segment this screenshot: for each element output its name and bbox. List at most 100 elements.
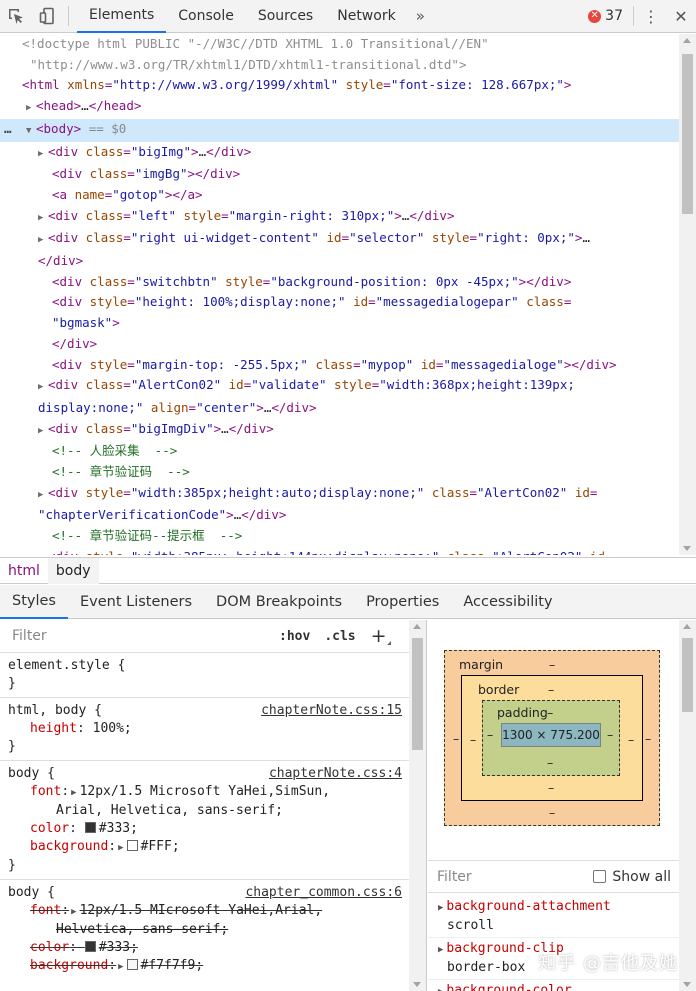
- dom-node-div-bigimgdiv[interactable]: ▶ <div class="bigImgDiv">…</div>: [0, 419, 696, 442]
- watermark: 知乎 @吉他及她: [538, 953, 678, 974]
- dom-node-div-alertcon-validate[interactable]: ▶ <div class="AlertCon02" id="validate" s…: [0, 375, 696, 398]
- dom-node-div-right-close[interactable]: </div>: [0, 251, 696, 272]
- hov-toggle-button[interactable]: :hov: [272, 629, 317, 644]
- toolbar-separator: [68, 6, 69, 26]
- dom-node-div-close[interactable]: </div>: [0, 334, 696, 355]
- elements-tree: <!doctype html PUBLIC "-//W3C//DTD XHTML…: [0, 34, 696, 555]
- cls-toggle-button[interactable]: .cls: [317, 629, 362, 644]
- dom-node-div-mypop[interactable]: <div style="margin-top: -255.5px;" class…: [0, 355, 696, 376]
- scroll-thumb[interactable]: [412, 638, 423, 750]
- dom-node-div-messagedialogepar[interactable]: <div style="height: 100%;display:none;" …: [0, 292, 696, 313]
- dom-node-div-alertcon-validate-cont[interactable]: display:none;" align="center">…</div>: [0, 398, 696, 419]
- computed-property[interactable]: ▶background-color: [428, 980, 679, 991]
- tab-sources[interactable]: Sources: [246, 0, 325, 33]
- toolbar-separator-right: [633, 6, 634, 26]
- computed-pane: margin – – – – border – – – – padding – …: [428, 620, 696, 991]
- color-swatch[interactable]: [84, 941, 96, 952]
- tab-network[interactable]: Network: [325, 0, 407, 33]
- kebab-menu-icon[interactable]: ⋮: [636, 0, 666, 33]
- scroll-up-icon[interactable]: [683, 624, 691, 629]
- styles-filter-row: Filter :hov .cls +: [0, 620, 426, 653]
- dom-node-head[interactable]: ▶ <head>…</head>: [0, 96, 696, 119]
- more-tabs-icon[interactable]: »: [408, 7, 433, 25]
- computed-filter-row: Filter Show all: [428, 860, 679, 893]
- expand-shorthand-icon[interactable]: ▶: [118, 839, 123, 857]
- close-icon[interactable]: ✕: [666, 0, 696, 33]
- scroll-thumb[interactable]: [682, 638, 693, 712]
- dom-node-div-bigimg[interactable]: ▶ <div class="bigImg">…</div>: [0, 142, 696, 165]
- elements-scrollbar[interactable]: [679, 34, 696, 555]
- expand-shorthand-icon[interactable]: ▶: [71, 903, 76, 921]
- inspect-element-icon[interactable]: [0, 0, 32, 33]
- sidebar-tabs: Styles Event Listeners DOM Breakpoints P…: [0, 585, 696, 619]
- tab-event-listeners[interactable]: Event Listeners: [68, 585, 204, 619]
- dom-node-div-imgbg[interactable]: <div class="imgBg"></div>: [0, 164, 696, 185]
- style-rule-element[interactable]: element.style { }: [0, 653, 426, 698]
- dom-node-doctype[interactable]: <!doctype html PUBLIC "-//W3C//DTD XHTML…: [0, 34, 696, 55]
- color-swatch[interactable]: [126, 959, 138, 970]
- collapse-triangle-icon[interactable]: ▼: [26, 121, 36, 142]
- dom-node-a-gotop[interactable]: <a name="gotop"></a>: [0, 185, 696, 206]
- computed-scrollbar[interactable]: [679, 620, 696, 991]
- tab-elements[interactable]: Elements: [77, 0, 167, 33]
- expand-shorthand-icon[interactable]: ▶: [118, 958, 123, 976]
- expand-shorthand-icon[interactable]: ▶: [71, 784, 76, 802]
- tab-dom-breakpoints[interactable]: DOM Breakpoints: [204, 585, 354, 619]
- dom-comment-chapter-tip[interactable]: <!-- 章节验证码--提示框 -->: [0, 526, 696, 547]
- more-actions-icon[interactable]: …: [4, 119, 12, 140]
- dom-comment-face[interactable]: <!-- 人脸采集 -->: [0, 441, 696, 462]
- color-swatch[interactable]: [84, 822, 96, 833]
- new-style-rule-button[interactable]: +: [363, 625, 391, 647]
- dom-node-div-chapterverification[interactable]: ▶ <div style="width:385px;height:auto;dis…: [0, 483, 696, 506]
- tab-accessibility[interactable]: Accessibility: [451, 585, 564, 619]
- style-source-link[interactable]: chapter_common.css:6: [245, 884, 402, 902]
- breadcrumb-body[interactable]: body: [47, 557, 99, 584]
- style-rule-html-body[interactable]: html, body { chapterNote.css:15 height: …: [0, 698, 426, 761]
- dom-node-div-chapterverification-cont[interactable]: "chapterVerificationCode">…</div>: [0, 505, 696, 526]
- scroll-down-icon[interactable]: [683, 546, 691, 551]
- dom-node-html[interactable]: <html xmlns="http://www.w3.org/1999/xhtm…: [0, 75, 696, 96]
- box-model-padding[interactable]: padding – – – – 1300 × 775.200: [482, 700, 620, 776]
- expand-icon[interactable]: ▶: [438, 899, 443, 917]
- tab-properties[interactable]: Properties: [354, 585, 451, 619]
- expand-triangle-icon[interactable]: ▶: [26, 98, 36, 119]
- dom-node-div-left[interactable]: ▶ <div class="left" style="margin-right: …: [0, 206, 696, 229]
- styles-scrollbar[interactable]: [409, 620, 426, 991]
- computed-property[interactable]: ▶ background-attachment scroll: [428, 896, 679, 938]
- box-model-margin[interactable]: margin – – – – border – – – – padding – …: [444, 650, 660, 826]
- box-model-content[interactable]: 1300 × 775.200: [501, 723, 601, 747]
- color-swatch[interactable]: [126, 840, 138, 851]
- error-count-badge[interactable]: ✕ 37: [580, 8, 631, 24]
- tab-styles[interactable]: Styles: [0, 585, 68, 619]
- box-model-border[interactable]: border – – – – padding – – – – 1300 × 77…: [461, 675, 643, 801]
- computed-filter-input[interactable]: Filter: [437, 869, 472, 885]
- show-all-checkbox[interactable]: [593, 870, 607, 883]
- scroll-thumb[interactable]: [682, 54, 693, 214]
- scroll-up-icon[interactable]: [683, 38, 691, 43]
- scroll-down-icon[interactable]: [413, 982, 421, 987]
- dom-node-body-selected[interactable]: … ▼ <body> == $0: [0, 118, 696, 142]
- style-source-link[interactable]: chapterNote.css:15: [261, 702, 402, 720]
- dom-node-div-switchbtn[interactable]: <div class="switchbtn" style="background…: [0, 272, 696, 293]
- expand-icon[interactable]: ▶: [438, 941, 443, 959]
- dom-node-div-messagedialogepar-cont[interactable]: "bgmask">: [0, 313, 696, 334]
- breadcrumb-html[interactable]: html: [0, 558, 48, 584]
- dom-node-doctype-cont[interactable]: "http://www.w3.org/TR/xhtml1/DTD/xhtml1-…: [0, 55, 696, 76]
- dom-comment-chapter[interactable]: <!-- 章节验证码 -->: [0, 462, 696, 483]
- scroll-down-icon[interactable]: [683, 982, 691, 987]
- expand-icon[interactable]: ▶: [438, 983, 443, 991]
- devtools-toolbar: Elements Console Sources Network » ✕ 37 …: [0, 0, 696, 33]
- styles-pane: Filter :hov .cls + element.style { } htm…: [0, 620, 427, 991]
- dom-node-div-right[interactable]: ▶ <div class="right ui-widget-content" id…: [0, 228, 696, 251]
- show-all-toggle[interactable]: Show all: [593, 869, 671, 885]
- tab-console[interactable]: Console: [166, 0, 246, 33]
- computed-properties-list: ▶ background-attachment scroll ▶ backgroun…: [428, 896, 679, 991]
- dom-node-div-alertcon-tip[interactable]: ▶<div style="width:385px; height:144px;d…: [0, 547, 696, 555]
- style-rule-body-2[interactable]: body { chapter_common.css:6 font: ▶ 12px/1…: [0, 880, 426, 980]
- styles-filter-input[interactable]: Filter: [8, 624, 272, 648]
- scroll-up-icon[interactable]: [413, 624, 421, 629]
- error-icon: ✕: [588, 9, 602, 23]
- style-source-link[interactable]: chapterNote.css:4: [269, 765, 402, 783]
- device-toolbar-icon[interactable]: [32, 0, 64, 33]
- style-rule-body-1[interactable]: body { chapterNote.css:4 font: ▶ 12px/1.5 …: [0, 761, 426, 880]
